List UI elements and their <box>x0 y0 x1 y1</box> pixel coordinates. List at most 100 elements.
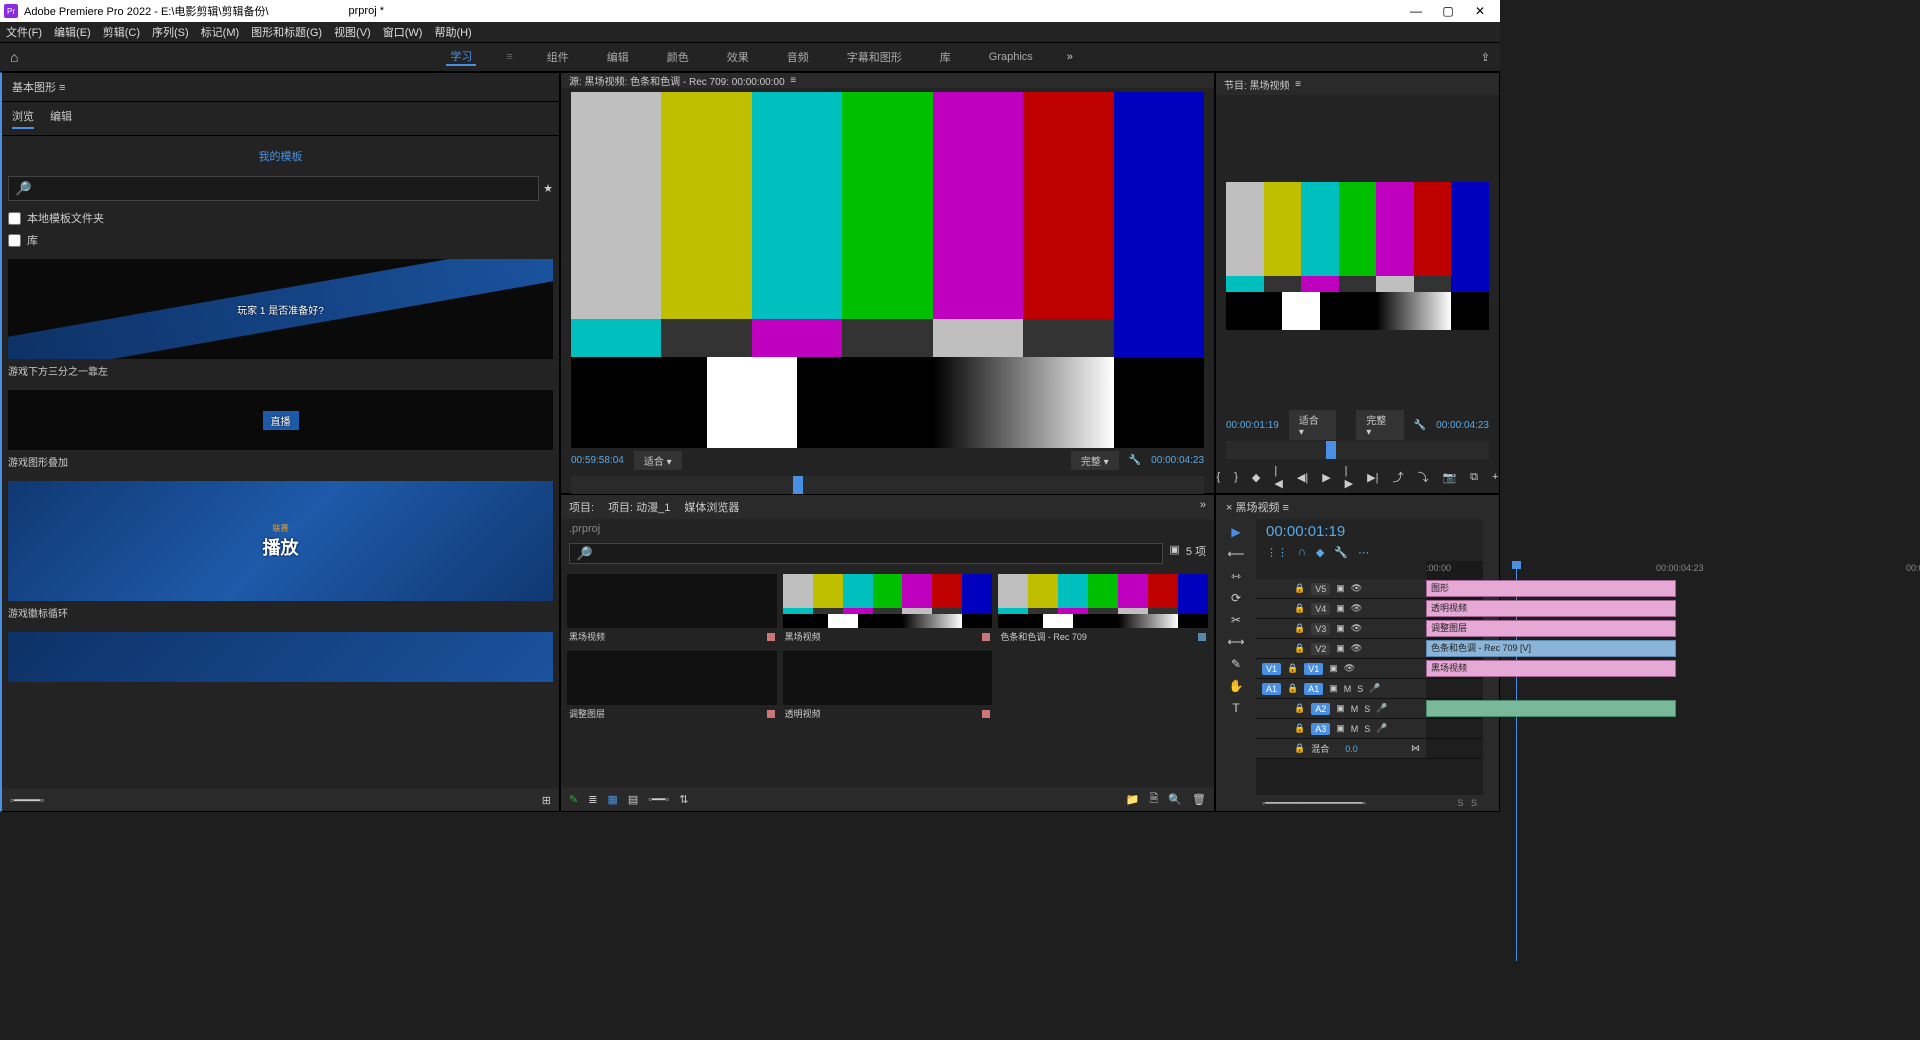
extract-icon[interactable]: ⤵ <box>1417 469 1428 485</box>
source-a1[interactable]: A1 <box>1262 683 1281 695</box>
home-icon[interactable]: ⌂ <box>10 49 18 65</box>
tl-zoom-slider[interactable]: ◦━━━━━━━━━━━━━━━━━━◦ <box>1262 798 1366 809</box>
goto-out-icon[interactable]: ▶| <box>1367 471 1378 484</box>
bin-icon[interactable]: ▣ <box>1169 543 1179 564</box>
ws-overflow-icon[interactable]: » <box>1067 51 1073 63</box>
step-back-icon[interactable]: ◀| <box>1297 471 1308 484</box>
source-fit-dropdown[interactable]: 适合 ▾ <box>634 451 682 470</box>
eg-tab-browse[interactable]: 浏览 <box>12 108 34 129</box>
slip-tool-icon[interactable]: ⟷ <box>1227 635 1244 649</box>
pencil-icon[interactable]: ✎ <box>569 793 578 806</box>
goto-in-icon[interactable]: |◀ <box>1274 465 1282 490</box>
source-res-dropdown[interactable]: 完整 ▾ <box>1071 451 1119 470</box>
marker-icon[interactable]: ◆ <box>1252 471 1260 484</box>
libraries-checkbox[interactable]: 库 <box>8 229 553 251</box>
bin-item[interactable]: 黑场视频 <box>783 574 993 645</box>
selection-tool-icon[interactable]: ▶ <box>1231 525 1240 539</box>
ws-editing[interactable]: 编辑 <box>603 49 633 65</box>
list-view-icon[interactable]: ≣ <box>588 793 597 806</box>
source-v1[interactable]: V1 <box>1262 663 1281 675</box>
clip[interactable]: 色条和色调 - Rec 709 [V] <box>1426 640 1676 657</box>
freeform-view-icon[interactable]: ▤ <box>628 793 638 806</box>
timeline-ruler[interactable]: :00:00 00:00:04:23 00:00:09:23 <box>1426 561 1483 579</box>
play-icon[interactable]: ▶ <box>1322 471 1330 484</box>
wrench-icon[interactable]: 🔧 <box>1334 546 1348 559</box>
star-icon[interactable]: ★ <box>543 182 553 195</box>
source-timebar[interactable] <box>571 476 1204 494</box>
menu-file[interactable]: 文件(F) <box>6 24 42 40</box>
lift-icon[interactable]: ⤴ <box>1392 469 1403 485</box>
settings-icon[interactable]: ⋯ <box>1358 546 1369 559</box>
maximize-button[interactable]: ▢ <box>1432 4 1464 18</box>
project-tab-1[interactable]: 项目: <box>569 499 594 515</box>
ripple-tool-icon[interactable]: ⇿ <box>1231 569 1241 583</box>
mark-in-icon[interactable]: { <box>1217 471 1221 483</box>
local-templates-checkbox[interactable]: 本地模板文件夹 <box>8 207 553 229</box>
program-timebar[interactable] <box>1226 441 1489 459</box>
mark-out-icon[interactable]: } <box>1234 471 1238 483</box>
trash-icon[interactable]: 🗑 <box>1192 793 1206 806</box>
step-fwd-icon[interactable]: |▶ <box>1345 465 1353 490</box>
bin-item[interactable]: 色条和色调 - Rec 709 <box>998 574 1208 645</box>
linked-selection-icon[interactable]: ∩ <box>1298 546 1306 559</box>
marker-icon[interactable]: ◆ <box>1316 546 1324 559</box>
menu-sequence[interactable]: 序列(S) <box>152 24 189 40</box>
project-search-input[interactable] <box>569 543 1163 564</box>
template-thumb-2[interactable]: 直播 <box>8 390 553 450</box>
type-tool-icon[interactable]: T <box>1232 701 1239 715</box>
export-icon[interactable]: ⇪ <box>1481 51 1490 64</box>
comparison-icon[interactable]: ⧉ <box>1470 471 1478 484</box>
bin-item[interactable]: 调整图层 <box>567 651 777 722</box>
add-button-icon[interactable]: + <box>1492 471 1498 483</box>
ws-graphics[interactable]: Graphics <box>985 51 1037 63</box>
menu-edit[interactable]: 编辑(E) <box>54 24 91 40</box>
template-thumb-1[interactable]: 玩家 1 是否准备好? <box>8 259 553 359</box>
ws-captions[interactable]: 字幕和图形 <box>843 49 906 65</box>
sort-icon[interactable]: ⇅ <box>679 793 688 806</box>
menu-help[interactable]: 帮助(H) <box>434 24 471 40</box>
project-tab-3[interactable]: 媒体浏览器 <box>684 499 739 515</box>
new-item-icon[interactable]: 🗎 <box>1149 790 1158 809</box>
ws-assembly[interactable]: 组件 <box>543 49 573 65</box>
snap-icon[interactable]: ⋮⋮ <box>1266 546 1288 559</box>
my-templates-button[interactable]: 我的模板 <box>8 142 553 170</box>
ws-effects[interactable]: 效果 <box>723 49 753 65</box>
program-fit-dropdown[interactable]: 适合 ▾ <box>1289 410 1336 440</box>
program-timecode[interactable]: 00:00:01:19 <box>1226 420 1279 431</box>
ws-learn[interactable]: 学习 <box>446 48 476 66</box>
find-icon[interactable]: 🔍 <box>1168 793 1182 806</box>
eg-search-input[interactable] <box>8 176 539 201</box>
menu-graphics[interactable]: 图形和标题(G) <box>251 24 322 40</box>
sequence-name[interactable]: 黑场视频 <box>1235 502 1279 514</box>
clip[interactable]: 调整图层 <box>1426 620 1676 637</box>
eg-install-icon[interactable]: ⊞ <box>542 794 551 807</box>
eg-tab-edit[interactable]: 编辑 <box>50 108 72 129</box>
eg-slider[interactable]: ◦━━━━◦ <box>10 794 44 807</box>
clip-audio[interactable] <box>1426 700 1676 717</box>
clip[interactable]: 黑场视频 <box>1426 660 1676 677</box>
bin-item[interactable]: 透明视频 <box>783 651 993 722</box>
timeline-timecode[interactable]: 00:00:01:19 <box>1256 519 1483 544</box>
close-button[interactable]: ✕ <box>1464 4 1496 18</box>
hand-tool-icon[interactable]: ✋ <box>1229 679 1244 693</box>
clip[interactable]: 透明视频 <box>1426 600 1676 617</box>
new-bin-icon[interactable]: 📁 <box>1126 793 1140 806</box>
menu-clip[interactable]: 剪辑(C) <box>103 24 140 40</box>
icon-view-icon[interactable]: ▦ <box>607 793 617 806</box>
track-select-tool-icon[interactable]: ⟵ <box>1227 547 1244 561</box>
program-res-dropdown[interactable]: 完整 ▾ <box>1356 410 1403 440</box>
bin-item[interactable]: 黑场视频 <box>567 574 777 645</box>
razor-tool-icon[interactable]: ✂ <box>1231 613 1241 627</box>
menu-window[interactable]: 窗口(W) <box>383 24 423 40</box>
wrench-icon[interactable]: 🔧 <box>1129 455 1141 466</box>
ws-color[interactable]: 颜色 <box>663 49 693 65</box>
template-thumb-4[interactable] <box>8 632 553 682</box>
wrench-icon[interactable]: 🔧 <box>1414 420 1426 431</box>
minimize-button[interactable]: — <box>1400 4 1432 18</box>
pen-tool-icon[interactable]: ✎ <box>1231 657 1241 671</box>
ws-libraries[interactable]: 库 <box>936 49 955 65</box>
ws-audio[interactable]: 音频 <box>783 49 813 65</box>
template-thumb-3[interactable]: 联赛播放 <box>8 481 553 601</box>
source-in-timecode[interactable]: 00:59:58:04 <box>571 455 624 466</box>
rolling-tool-icon[interactable]: ⟳ <box>1231 591 1241 605</box>
